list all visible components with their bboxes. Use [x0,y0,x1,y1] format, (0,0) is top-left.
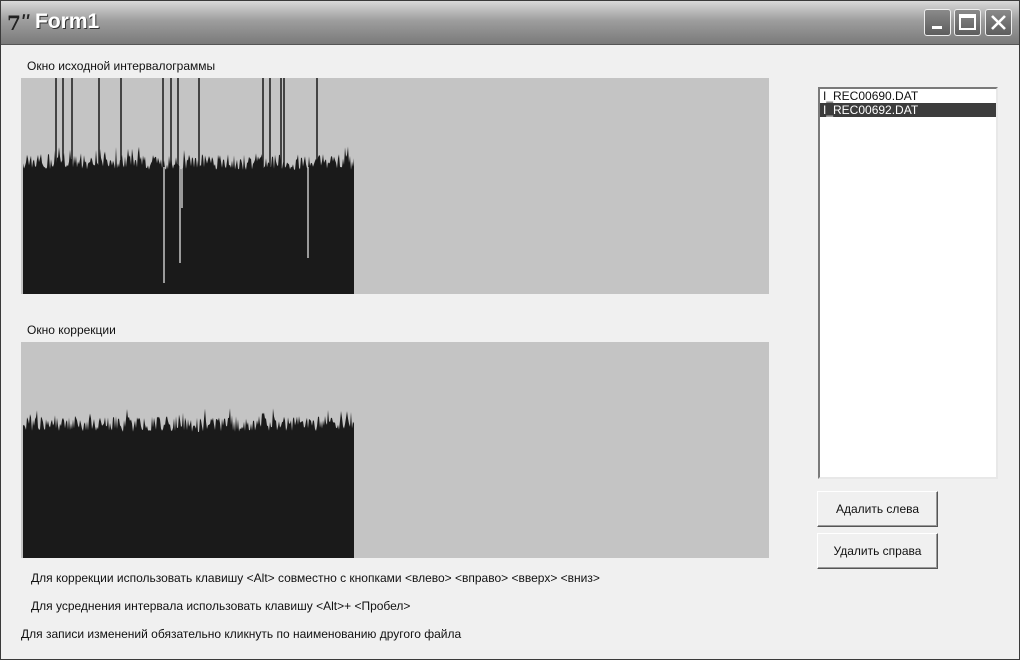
window-title: Form1 [35,10,100,33]
minimize-button[interactable] [924,9,951,36]
instruction-save: Для записи изменений обязательно кликнут… [21,627,462,641]
source-intervalogram-plot [21,78,354,294]
app-icon[interactable]: 7ʺ [7,11,33,35]
correction-window-label: Окно коррекции [27,323,116,337]
correction-panel[interactable] [21,342,769,558]
minimize-icon [932,26,942,29]
instruction-averaging: Для усреднения интервала использовать кл… [31,599,411,613]
source-window-label: Окно исходной интервалограммы [27,59,216,73]
file-list[interactable]: I_REC00690.DAT I_REC00692.DAT [818,87,998,479]
file-list-item[interactable]: I_REC00690.DAT [820,89,996,103]
delete-left-button[interactable]: Адалить слева [817,491,938,527]
close-button[interactable] [985,9,1012,36]
maximize-button[interactable] [954,9,981,36]
title-bar[interactable]: 7ʺ Form1 [1,1,1019,45]
delete-right-button[interactable]: Удалить справа [817,533,938,569]
main-window: 7ʺ Form1 Окно исходной интервалограммы О… [0,0,1020,660]
correction-plot [23,408,354,558]
source-intervalogram-panel[interactable] [21,78,769,294]
close-icon [991,15,1006,30]
file-list-item-selected[interactable]: I_REC00692.DAT [820,103,996,117]
instruction-correction: Для коррекции использовать клавишу <Alt>… [31,571,600,585]
maximize-icon [959,14,976,30]
